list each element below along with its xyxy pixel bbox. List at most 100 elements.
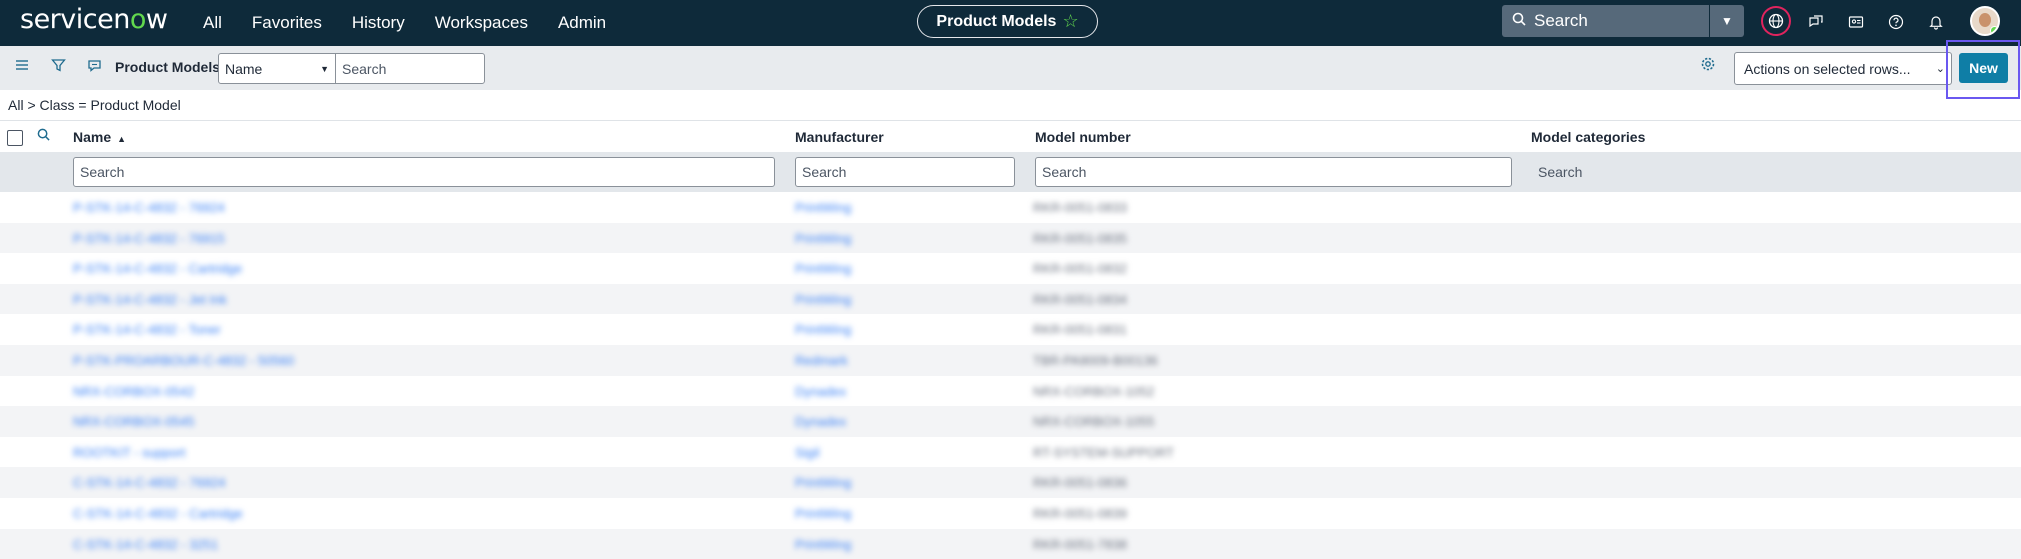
row-manufacturer-link[interactable]: Redmark <box>795 353 848 368</box>
table-row[interactable]: NRX-CORBOX-0545 Dynadex NRX-CORBOX-1055 <box>0 406 2021 437</box>
search-icon <box>1512 11 1526 31</box>
row-name-link[interactable]: P-STK-14-C-4832 - Jet Ink <box>73 292 227 307</box>
menu-admin[interactable]: Admin <box>558 13 606 33</box>
row-manufacturer-link[interactable]: PrintWing <box>795 231 851 246</box>
table-header: Name ▲ Manufacturer Model number Model ca… <box>0 120 2021 152</box>
bell-icon[interactable] <box>1923 9 1949 35</box>
row-name-link[interactable]: P-STK-14-C-4832 - 76915 <box>73 231 225 246</box>
context-title-pill[interactable]: Product Models ☆ <box>917 5 1098 38</box>
row-name-link[interactable]: NRX-CORBOX-0545 <box>73 414 194 429</box>
table-row[interactable]: P-STK-14-C-4832 - Jet Ink PrintWing RKR-00… <box>0 283 2021 315</box>
chevron-down-icon: ▼ <box>1721 14 1733 28</box>
row-manufacturer-link[interactable]: Sigil <box>795 445 820 460</box>
row-model-number: RKR-0051-0834 <box>1033 291 1127 307</box>
list-search-input[interactable]: Search <box>335 53 485 84</box>
avatar[interactable] <box>1970 6 2000 36</box>
row-name-link[interactable]: P-STK-PROARBOUR-C-4832 - 50560 <box>73 353 294 368</box>
list-search-placeholder: Search <box>342 61 387 77</box>
model-categories-filter-input: Search <box>1531 157 2009 187</box>
row-name-link[interactable]: ROOTKIT - support <box>73 445 185 460</box>
context-title: Product Models <box>936 12 1057 30</box>
main-menu: All Favorites History Workspaces Admin <box>203 0 636 46</box>
table-row[interactable]: P-STK-14-C-4832 - Toner PrintWing RKR-0051… <box>0 314 2021 345</box>
table-row[interactable]: P-STK-14-C-4832 - 76915 PrintWing RKR-0051… <box>0 222 2021 254</box>
row-manufacturer-link[interactable]: PrintWing <box>795 322 851 337</box>
actions-label: Actions on selected rows... <box>1744 61 1911 77</box>
row-name-link[interactable]: P-STK-14-C-4832 - Cartridge <box>73 261 242 276</box>
row-model-number: RKR-0051-0831 <box>1033 322 1127 338</box>
column-header-name[interactable]: Name ▲ <box>73 129 126 145</box>
search-field-select[interactable]: Name ▼ <box>218 53 336 84</box>
row-model-number: RKR-0051-0835 <box>1033 230 1127 246</box>
row-manufacturer-link[interactable]: PrintWing <box>795 506 851 521</box>
row-manufacturer-link[interactable]: PrintWing <box>795 475 851 490</box>
table-row[interactable]: ROOTKIT - support Sigil RT-SYSTEM-SUPPORT <box>0 437 2021 468</box>
search-scope-dropdown[interactable]: ▼ <box>1710 5 1744 37</box>
list-toolbar: Product Models Name ▼ Search Actions on … <box>0 46 2021 90</box>
menu-favorites[interactable]: Favorites <box>252 13 322 33</box>
table-row[interactable]: P-STK-14-C-4832 - 76924 PrintWing RKR-0051… <box>0 192 2021 223</box>
row-name-link[interactable]: P-STK-14-C-4832 - 76924 <box>73 200 225 215</box>
actions-on-selected-rows-select[interactable]: Actions on selected rows... ⌄ <box>1734 52 1952 85</box>
name-filter-input[interactable]: Search <box>73 157 775 187</box>
menu-history[interactable]: History <box>352 13 405 33</box>
column-header-model-number[interactable]: Model number <box>1035 129 1131 145</box>
menu-all[interactable]: All <box>203 13 222 33</box>
top-navigation-bar: servicenow All Favorites History Workspa… <box>0 0 2021 46</box>
avatar-face <box>1979 13 1991 27</box>
row-model-number: RKR-0051-0836 <box>1033 475 1127 491</box>
star-icon[interactable]: ☆ <box>1062 11 1078 32</box>
column-filter-row: Search Search Search Search <box>0 152 2021 192</box>
row-manufacturer-link[interactable]: PrintWing <box>795 537 851 552</box>
hamburger-menu-icon[interactable] <box>15 58 29 77</box>
help-icon[interactable] <box>1883 9 1909 35</box>
row-name-link[interactable]: P-STK-14-C-4832 - Toner <box>73 322 221 337</box>
row-model-number: RKR-0051-0839 <box>1033 505 1127 521</box>
row-name-link[interactable]: C-STK-14-C-4832 - 76924 <box>73 475 225 490</box>
presence-status-dot <box>1990 26 1998 34</box>
row-manufacturer-link[interactable]: PrintWing <box>795 200 851 215</box>
table-row[interactable]: P-STK-PROARBOUR-C-4832 - 50560 Redmark TBR… <box>0 344 2021 376</box>
row-model-number: NRX-CORBOX-1052 <box>1033 383 1155 399</box>
breadcrumb[interactable]: All > Class = Product Model <box>8 97 181 113</box>
table-row[interactable]: C-STK-14-C-4832 - 76924 PrintWing RKR-0051… <box>0 467 2021 498</box>
select-all-checkbox[interactable] <box>7 130 23 146</box>
comment-icon[interactable] <box>87 58 102 78</box>
row-name-link[interactable]: C-STK-14-C-4832 - 3251 <box>73 537 218 552</box>
table-row[interactable]: C-STK-14-C-4832 - 3251 PrintWing RKR-0051-… <box>0 528 2021 559</box>
column-search-icon[interactable] <box>37 128 50 144</box>
servicenow-logo[interactable]: servicenow <box>20 4 168 35</box>
menu-workspaces[interactable]: Workspaces <box>435 13 528 33</box>
list-title: Product Models <box>115 59 221 75</box>
row-model-number: TBR-PA9009-B00136 <box>1033 352 1158 368</box>
table-row[interactable]: P-STK-14-C-4832 - Cartridge PrintWing RKR-… <box>0 253 2021 284</box>
search-field-value: Name <box>225 61 263 77</box>
manufacturer-filter-input[interactable]: Search <box>795 157 1015 187</box>
model-number-filter-input[interactable]: Search <box>1035 157 1512 187</box>
column-header-model-categories[interactable]: Model categories <box>1531 129 1645 145</box>
globe-icon[interactable] <box>1761 6 1791 36</box>
global-search-placeholder: Search <box>1534 11 1588 30</box>
row-name-link[interactable]: C-STK-14-C-4832 - Cartridge <box>73 506 243 521</box>
table-row[interactable]: NRX-CORBOX-0542 Dynadex NRX-CORBOX-1052 <box>0 376 2021 407</box>
filter-icon[interactable] <box>51 58 66 78</box>
row-model-number: RT-SYSTEM-SUPPORT <box>1033 444 1175 460</box>
chevron-down-icon: ⌄ <box>1935 63 1945 75</box>
row-manufacturer-link[interactable]: PrintWing <box>795 292 851 307</box>
column-header-manufacturer[interactable]: Manufacturer <box>795 129 884 145</box>
row-model-number: RKR-0051-0833 <box>1033 200 1127 215</box>
row-manufacturer-link[interactable]: Dynadex <box>795 384 846 399</box>
row-name-link[interactable]: NRX-CORBOX-0542 <box>73 384 194 399</box>
row-manufacturer-link[interactable]: Dynadex <box>795 414 846 429</box>
gear-icon[interactable] <box>1700 56 1716 77</box>
table-body: P-STK-14-C-4832 - 76924 PrintWing RKR-0051… <box>0 192 2021 559</box>
contact-card-icon[interactable] <box>1843 9 1869 35</box>
row-manufacturer-link[interactable]: PrintWing <box>795 261 851 276</box>
sort-ascending-icon: ▲ <box>117 134 127 144</box>
caret-down-icon: ▼ <box>320 64 329 74</box>
chat-icon[interactable] <box>1803 9 1829 35</box>
row-model-number: RKR-0051-0832 <box>1033 261 1127 277</box>
row-model-number: NRX-CORBOX-1055 <box>1033 414 1155 430</box>
global-search-input[interactable]: Search <box>1502 5 1709 37</box>
table-row[interactable]: C-STK-14-C-4832 - Cartridge PrintWing RKR-… <box>0 498 2021 529</box>
